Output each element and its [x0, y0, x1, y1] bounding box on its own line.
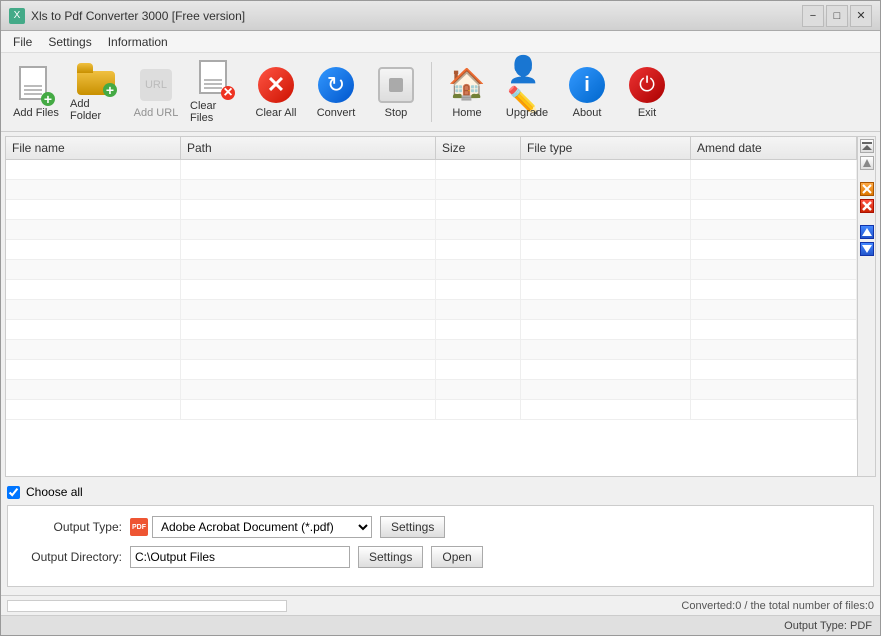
column-path: Path	[181, 137, 436, 159]
progress-bar	[7, 600, 287, 612]
title-bar: X Xls to Pdf Converter 3000 [Free versio…	[1, 1, 880, 31]
main-window: X Xls to Pdf Converter 3000 [Free versio…	[0, 0, 881, 636]
toolbar: + Add Files + Add Folder URL Add URL	[1, 53, 880, 132]
scroll-up-button[interactable]	[860, 156, 874, 170]
about-button[interactable]: i About	[558, 57, 616, 127]
output-directory-settings-button[interactable]: Settings	[358, 546, 423, 568]
table-row[interactable]	[6, 280, 857, 300]
home-button[interactable]: 🏠 Home	[438, 57, 496, 127]
choose-all-row: Choose all	[7, 485, 874, 499]
add-folder-icon: +	[76, 62, 116, 96]
output-type-status: Output Type: PDF	[784, 620, 872, 632]
stop-label: Stop	[385, 107, 408, 119]
window-title: Xls to Pdf Converter 3000 [Free version]	[31, 9, 245, 23]
file-table: File name Path Size File type Amend date	[6, 137, 857, 476]
toolbar-separator	[431, 62, 432, 122]
exit-icon: ⏻	[627, 65, 667, 105]
upgrade-icon: 👤✏️	[507, 65, 547, 105]
output-directory-input[interactable]	[130, 546, 350, 568]
add-files-icon: +	[16, 65, 56, 105]
add-folder-button[interactable]: + Add Folder	[67, 57, 125, 127]
stop-button[interactable]: Stop	[367, 57, 425, 127]
bottom-area: Choose all Output Type: PDF Adobe Acroba…	[1, 481, 880, 595]
table-row[interactable]	[6, 360, 857, 380]
menu-bar: File Settings Information	[1, 31, 880, 53]
pdf-icon: PDF	[130, 518, 148, 536]
add-url-button[interactable]: URL Add URL	[127, 57, 185, 127]
choose-all-checkbox[interactable]	[7, 486, 20, 499]
about-label: About	[573, 107, 602, 119]
table-row[interactable]	[6, 240, 857, 260]
column-size: Size	[436, 137, 521, 159]
clear-files-icon: ×	[196, 60, 236, 98]
clear-all-button[interactable]: ✕ Clear All	[247, 57, 305, 127]
upgrade-button[interactable]: 👤✏️ Upgrade	[498, 57, 556, 127]
sidebar-controls	[857, 137, 875, 476]
converted-status: Converted:0 / the total number of files:…	[681, 600, 874, 612]
about-icon: i	[567, 65, 607, 105]
column-filetype: File type	[521, 137, 691, 159]
table-row[interactable]	[6, 320, 857, 340]
clear-files-label: Clear Files	[190, 100, 242, 124]
clear-all-icon: ✕	[256, 65, 296, 105]
output-panel: Output Type: PDF Adobe Acrobat Document …	[7, 505, 874, 587]
close-button[interactable]: ✕	[850, 5, 872, 27]
clear-files-button[interactable]: × Clear Files	[187, 57, 245, 127]
file-table-container: File name Path Size File type Amend date	[5, 136, 876, 477]
output-type-label: Output Type:	[22, 520, 122, 534]
main-content: File name Path Size File type Amend date	[1, 132, 880, 595]
menu-settings[interactable]: Settings	[40, 33, 99, 51]
open-directory-button[interactable]: Open	[431, 546, 482, 568]
output-type-bar: Output Type: PDF	[1, 615, 880, 635]
table-row[interactable]	[6, 200, 857, 220]
add-files-label: Add Files	[13, 107, 59, 119]
upgrade-label: Upgrade	[506, 107, 548, 119]
home-label: Home	[452, 107, 481, 119]
output-type-settings-button[interactable]: Settings	[380, 516, 445, 538]
add-folder-label: Add Folder	[70, 98, 122, 122]
remove-button[interactable]	[860, 182, 874, 196]
clear-all-label: Clear All	[256, 107, 297, 119]
delete-button[interactable]	[860, 199, 874, 213]
output-type-row: Output Type: PDF Adobe Acrobat Document …	[22, 516, 859, 538]
table-row[interactable]	[6, 220, 857, 240]
app-icon: X	[9, 8, 25, 24]
convert-label: Convert	[317, 107, 356, 119]
table-row[interactable]	[6, 380, 857, 400]
scroll-top-button[interactable]	[860, 139, 874, 153]
table-row[interactable]	[6, 160, 857, 180]
table-row[interactable]	[6, 180, 857, 200]
table-row[interactable]	[6, 260, 857, 280]
status-bar: Converted:0 / the total number of files:…	[1, 595, 880, 615]
menu-information[interactable]: Information	[100, 33, 176, 51]
column-amenddate: Amend date	[691, 137, 857, 159]
minimize-button[interactable]: −	[802, 5, 824, 27]
move-down-button[interactable]	[860, 242, 874, 256]
add-url-icon: URL	[136, 65, 176, 105]
add-files-button[interactable]: + Add Files	[7, 57, 65, 127]
output-directory-label: Output Directory:	[22, 550, 122, 564]
exit-label: Exit	[638, 107, 656, 119]
table-header: File name Path Size File type Amend date	[6, 137, 857, 160]
output-type-select[interactable]: Adobe Acrobat Document (*.pdf)	[152, 516, 372, 538]
maximize-button[interactable]: □	[826, 5, 848, 27]
table-body	[6, 160, 857, 476]
table-row[interactable]	[6, 340, 857, 360]
add-url-label: Add URL	[134, 107, 179, 119]
table-row[interactable]	[6, 400, 857, 420]
exit-button[interactable]: ⏻ Exit	[618, 57, 676, 127]
home-icon: 🏠	[447, 65, 487, 105]
convert-icon: ↻	[316, 65, 356, 105]
menu-file[interactable]: File	[5, 33, 40, 51]
table-row[interactable]	[6, 300, 857, 320]
title-bar-left: X Xls to Pdf Converter 3000 [Free versio…	[9, 8, 245, 24]
choose-all-label[interactable]: Choose all	[26, 485, 83, 499]
column-filename: File name	[6, 137, 181, 159]
title-controls: − □ ✕	[802, 5, 872, 27]
move-up-button[interactable]	[860, 225, 874, 239]
output-select-wrapper: PDF Adobe Acrobat Document (*.pdf)	[130, 516, 372, 538]
output-directory-row: Output Directory: Settings Open	[22, 546, 859, 568]
convert-button[interactable]: ↻ Convert	[307, 57, 365, 127]
stop-icon	[376, 65, 416, 105]
